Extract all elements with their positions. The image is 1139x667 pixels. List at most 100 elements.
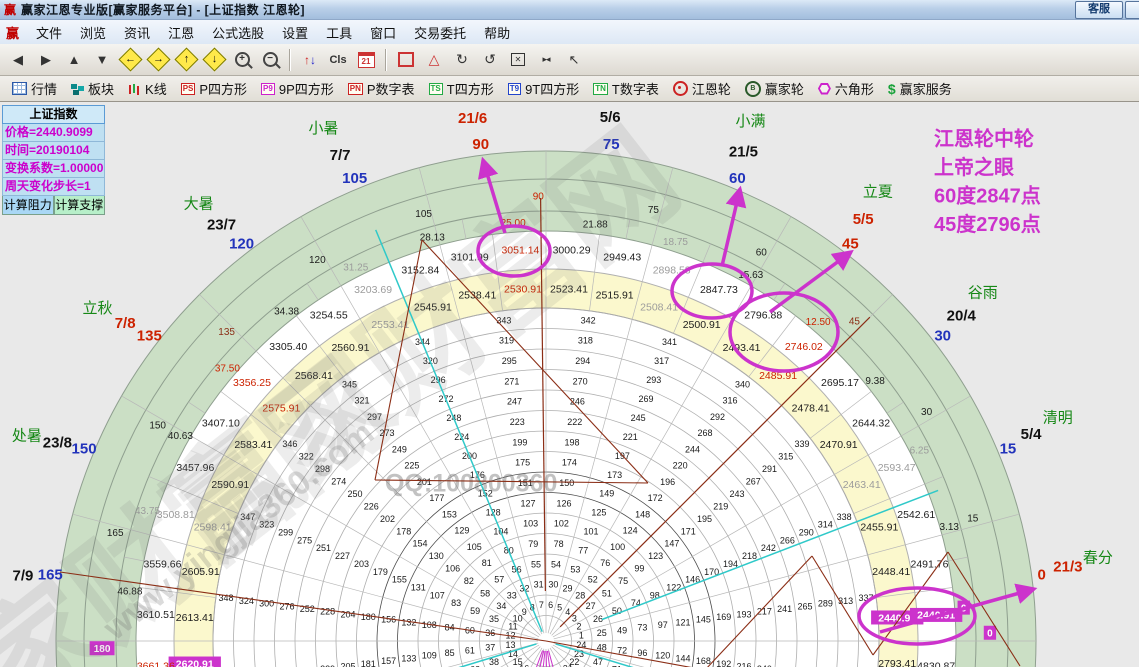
support-button[interactable]: 客服 (1075, 1, 1123, 19)
inner-price-value: 2500.91 (683, 319, 721, 331)
outer-date-label: 21/6 (458, 110, 487, 127)
integer-cell: 133 (401, 653, 416, 663)
menu-item-1[interactable]: 浏览 (71, 24, 115, 43)
integer-cell: 54 (551, 559, 561, 569)
calendar-button[interactable]: 21 (353, 47, 379, 73)
integer-cell: 79 (528, 539, 538, 549)
integer-cell: 154 (413, 539, 428, 549)
rotate-cw-button[interactable]: ↻ (449, 47, 475, 73)
updown-button[interactable]: ↑↓ (297, 47, 323, 73)
integer-cell: 265 (797, 601, 812, 611)
integer-cell: 153 (442, 509, 457, 519)
pan-left-button[interactable]: ← (117, 47, 143, 73)
forward-button[interactable]: ▶ (33, 47, 59, 73)
integer-cell: 203 (354, 559, 369, 569)
square-tool-button[interactable] (393, 47, 419, 73)
rotate-cw-icon: ↻ (456, 51, 468, 67)
close-box-button[interactable]: ✕ (505, 47, 531, 73)
tool-item-label: K线 (145, 82, 167, 97)
degree-value: 105 (415, 209, 432, 220)
integer-cell: 101 (584, 527, 599, 537)
pan-right-button[interactable]: → (145, 47, 171, 73)
rotate-ccw-button[interactable]: ↺ (477, 47, 503, 73)
zoom-out-button[interactable]: − (257, 47, 283, 73)
tool-item-赢家服务[interactable]: $ 赢家服务 (882, 76, 960, 101)
menu-item-9[interactable]: 帮助 (475, 24, 519, 43)
gann-wheel-canvas[interactable]: 1234567891011121314151617181920212223242… (0, 102, 1139, 667)
tool-item-P数字表[interactable]: PN P数字表 (342, 76, 423, 101)
pan-down-button[interactable]: ↓ (201, 47, 227, 73)
inner-price-value: 2478.41 (792, 403, 830, 415)
integer-cell: 78 (554, 539, 564, 549)
outer-price-value: 2746.02 (785, 341, 823, 353)
annotation-line-1: 上帝之眼 (934, 155, 1014, 179)
integer-cell: 245 (631, 413, 646, 423)
outer-degree-label: 0 (1038, 567, 1046, 584)
tool-item-江恩轮[interactable]: 江恩轮 (667, 76, 739, 101)
integer-cell: 30 (548, 580, 558, 590)
tool-item-T数字表[interactable]: TN T数字表 (587, 76, 667, 101)
up-button[interactable]: ▲ (61, 47, 87, 73)
back-button[interactable]: ◀ (5, 47, 31, 73)
menu-item-0[interactable]: 文件 (27, 24, 71, 43)
integer-cell: 219 (713, 501, 728, 511)
letter-icon: TN (593, 82, 608, 95)
outer-price-value: 3305.40 (269, 341, 307, 353)
tool-item-赢家轮[interactable]: B 赢家轮 (739, 76, 812, 101)
menu-item-2[interactable]: 资讯 (115, 24, 159, 43)
menu-item-6[interactable]: 工具 (317, 24, 361, 43)
tool-item-行情[interactable]: 行情 (6, 76, 65, 101)
tool-item-板块[interactable]: 板块 (65, 76, 122, 101)
integer-cell: 292 (710, 412, 725, 422)
outer-date-label: 23/8 (43, 435, 72, 452)
integer-cell: 35 (489, 614, 499, 624)
integer-cell: 51 (602, 589, 612, 599)
integer-cell: 178 (396, 526, 411, 536)
tool-item-label: 江恩轮 (691, 82, 731, 97)
tool-item-9P四方形[interactable]: P9 9P四方形 (255, 76, 342, 101)
solar-term-label: 清明 (1043, 409, 1073, 426)
menu-item-7[interactable]: 窗口 (361, 24, 405, 43)
integer-cell: 123 (648, 551, 663, 561)
cls-button[interactable]: Cls (325, 47, 351, 73)
tool-item-9T四方形[interactable]: T9 9T四方形 (502, 76, 588, 101)
menu-item-8[interactable]: 交易委托 (405, 24, 475, 43)
tool-item-T四方形[interactable]: TS T四方形 (423, 76, 502, 101)
menu-item-4[interactable]: 公式选股 (203, 24, 273, 43)
down-button[interactable]: ▼ (89, 47, 115, 73)
tool-item-K线[interactable]: K线 (122, 76, 175, 101)
integer-cell: 341 (662, 337, 677, 347)
calc-support-button[interactable]: 计算支撑 (53, 196, 105, 215)
pointer-button[interactable]: ↖ (561, 47, 587, 73)
big-wheel-icon: B (744, 80, 761, 97)
triangle-tool-icon: △ (428, 51, 440, 67)
inner-price-value: 2448.41 (872, 566, 910, 578)
outer-date-label: 23/7 (207, 217, 236, 234)
integer-cell: 131 (411, 582, 426, 592)
watermark-qq: QQ:100800360 (385, 470, 557, 498)
hexagon-icon (817, 82, 831, 95)
collapse-button[interactable]: ▸◂ (533, 47, 559, 73)
integer-cell: 173 (607, 470, 622, 480)
clipped-titlebar-button[interactable] (1125, 1, 1139, 19)
menu-item-3[interactable]: 江恩 (159, 24, 203, 43)
tool-item-六角形[interactable]: 六角形 (812, 76, 882, 101)
letter-icon: PS (180, 82, 196, 95)
tool-item-label: 赢家服务 (899, 82, 952, 97)
integer-cell: 266 (780, 535, 795, 545)
calc-resistance-button[interactable]: 计算阻力 (2, 196, 54, 215)
percent-value: 40.63 (168, 431, 193, 442)
outer-date-label: 7/7 (330, 147, 351, 164)
integer-cell: 83 (451, 598, 461, 608)
app-logo-icon: 赢 (4, 3, 17, 17)
integer-cell: 202 (380, 514, 395, 524)
solar-term-label: 小暑 (308, 120, 338, 137)
pan-up-button[interactable]: ↑ (173, 47, 199, 73)
integer-cell: 220 (673, 461, 688, 471)
outer-degree-label: 15 (1000, 441, 1017, 458)
triangle-tool-button[interactable]: △ (421, 47, 447, 73)
menu-item-5[interactable]: 设置 (273, 24, 317, 43)
zoom-in-button[interactable]: + (229, 47, 255, 73)
integer-cell: 252 (300, 604, 315, 614)
tool-item-P四方形[interactable]: PS P四方形 (175, 76, 255, 101)
